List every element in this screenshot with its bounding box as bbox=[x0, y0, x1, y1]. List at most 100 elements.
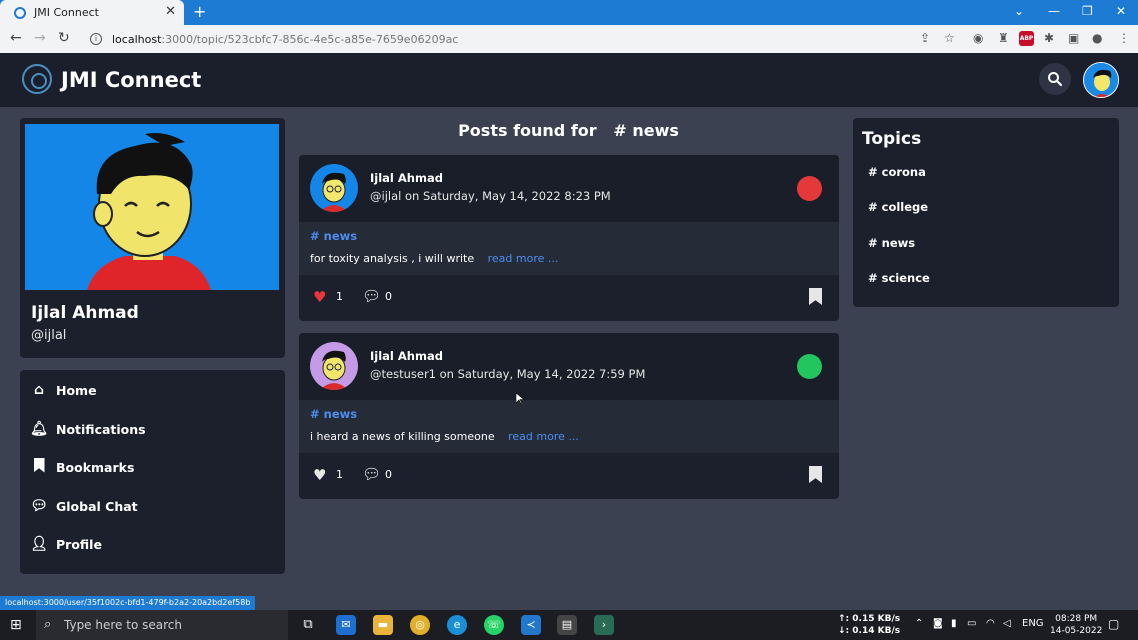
taskbar-search[interactable]: ⌕ Type here to search bbox=[36, 610, 288, 640]
comment-icon[interactable]: 💬︎ bbox=[362, 465, 381, 483]
minimize-icon[interactable]: — bbox=[1048, 4, 1060, 18]
topics-title: Topics bbox=[862, 129, 922, 149]
discord-icon[interactable]: ◙ bbox=[933, 618, 943, 629]
sidebar-item-notifications[interactable]: 🔔︎ Notifications bbox=[30, 415, 270, 443]
post-footer: ♥ 1 💬︎ 0 bbox=[299, 275, 839, 321]
forward-icon[interactable]: → bbox=[34, 30, 46, 46]
topic-link[interactable]: # college bbox=[868, 200, 928, 214]
address-bar[interactable]: i localhost:3000/topic/523cbfc7-856c-4e5… bbox=[80, 28, 910, 50]
terminal-icon[interactable]: › bbox=[594, 615, 614, 635]
star-icon[interactable]: ☆ bbox=[944, 31, 955, 45]
comment-count: 0 bbox=[385, 468, 392, 481]
back-icon[interactable]: ← bbox=[10, 30, 22, 46]
user-icon: 👤︎ bbox=[30, 536, 48, 552]
brand-title[interactable]: JMI Connect bbox=[61, 68, 201, 92]
whatsapp-icon[interactable]: ☏ bbox=[484, 615, 504, 635]
tray-chevron-icon[interactable]: ⌃ bbox=[915, 618, 923, 629]
sidebar-item-label: Bookmarks bbox=[56, 459, 135, 475]
post-text: for toxity analysis , i will write read … bbox=[310, 252, 558, 265]
post-author[interactable]: Ijlal Ahmad bbox=[370, 171, 443, 185]
taskbar: ⊞ ⌕ Type here to search ⧉ ✉ ▬ ◎ e ☏ ≺ ▤ … bbox=[0, 610, 1138, 640]
windows-start-icon[interactable]: ⊞ bbox=[10, 617, 22, 633]
avatar-icon bbox=[310, 164, 358, 212]
avatar-illustration bbox=[25, 124, 279, 290]
profile-card: Ijlal Ahmad @ijlal bbox=[20, 118, 285, 358]
post-footer: ♥ 1 💬︎ 0 bbox=[299, 453, 839, 499]
sidebar-item-home[interactable]: ⌂ Home bbox=[30, 376, 270, 404]
page-title-prefix: Posts found for bbox=[458, 121, 597, 140]
profile-name: Ijlal Ahmad bbox=[31, 303, 139, 323]
extension-icon[interactable]: ◉ bbox=[973, 31, 983, 45]
restore-icon[interactable]: ❐ bbox=[1082, 4, 1093, 18]
file-explorer-icon[interactable]: ▬ bbox=[373, 615, 393, 635]
chrome-icon[interactable]: ◎ bbox=[410, 615, 430, 635]
clock[interactable]: 08:28 PM 14-05-2022 bbox=[1050, 613, 1102, 637]
topic-link[interactable]: # science bbox=[868, 271, 930, 285]
net-down: ↓: 0.14 KB/s bbox=[838, 626, 901, 636]
mail-icon[interactable]: ✉ bbox=[336, 615, 356, 635]
read-more-link[interactable]: read more ... bbox=[508, 430, 579, 443]
header-avatar[interactable] bbox=[1083, 62, 1119, 98]
read-more-link[interactable]: read more ... bbox=[488, 252, 559, 265]
post-avatar[interactable] bbox=[310, 164, 358, 212]
tab-search-icon[interactable]: ⌄ bbox=[1014, 4, 1024, 18]
sidebar-item-global-chat[interactable]: 💬︎ Global Chat bbox=[30, 492, 270, 520]
wifi-icon[interactable]: ◠ bbox=[986, 618, 995, 629]
post-text-content: i heard a news of killing someone bbox=[310, 430, 495, 443]
network-speed: ↑: 0.15 KB/s ↓: 0.14 KB/s bbox=[838, 613, 900, 637]
sidebar-item-profile[interactable]: 👤︎ Profile bbox=[30, 530, 270, 558]
sidebar-item-label: Home bbox=[56, 382, 97, 398]
task-view-icon[interactable]: ⧉ bbox=[298, 615, 318, 635]
close-tab-icon[interactable]: ✕ bbox=[165, 4, 176, 19]
profile-handle: @ijlal bbox=[31, 328, 67, 343]
profile-icon[interactable]: ● bbox=[1092, 31, 1102, 45]
comment-icon[interactable]: 💬︎ bbox=[362, 287, 381, 305]
app-icon[interactable]: ▤ bbox=[557, 615, 577, 635]
post-text: i heard a news of killing someone read m… bbox=[310, 430, 579, 443]
page-title-topic: # news bbox=[613, 121, 679, 140]
like-icon[interactable]: ♥ bbox=[313, 466, 326, 484]
topic-link[interactable]: # news bbox=[868, 236, 915, 250]
post-tag[interactable]: # news bbox=[310, 407, 357, 421]
bookmark-icon[interactable] bbox=[809, 288, 822, 305]
edge-icon[interactable]: e bbox=[447, 615, 467, 635]
post-avatar[interactable] bbox=[310, 342, 358, 390]
post-tag[interactable]: # news bbox=[310, 229, 357, 243]
post-author[interactable]: Ijlal Ahmad bbox=[370, 349, 443, 363]
clock-time: 08:28 PM bbox=[1055, 614, 1098, 624]
logo-icon[interactable] bbox=[22, 64, 52, 94]
volume-icon[interactable]: ◁ bbox=[1003, 618, 1011, 629]
sidebar-item-bookmarks[interactable]: Bookmarks bbox=[30, 453, 270, 481]
search-icon bbox=[1048, 72, 1063, 87]
post-header: Ijlal Ahmad @ijlal on Saturday, May 14, … bbox=[299, 155, 839, 222]
reload-icon[interactable]: ↻ bbox=[58, 30, 70, 46]
language-indicator[interactable]: ENG bbox=[1022, 618, 1044, 629]
share-icon[interactable]: ⇪ bbox=[920, 31, 930, 45]
vscode-icon[interactable]: ≺ bbox=[521, 615, 541, 635]
topic-link[interactable]: # corona bbox=[868, 165, 926, 179]
mic-icon[interactable]: ▮ bbox=[951, 618, 957, 629]
sidepanel-icon[interactable]: ▣ bbox=[1068, 31, 1079, 45]
bookmark-icon[interactable] bbox=[809, 466, 822, 483]
like-icon[interactable]: ♥ bbox=[313, 288, 326, 306]
notification-center-icon[interactable]: ▢ bbox=[1108, 617, 1119, 631]
window-close-icon[interactable]: ✕ bbox=[1116, 4, 1126, 18]
site-info-icon[interactable]: i bbox=[90, 33, 102, 45]
menu-icon[interactable]: ⋮ bbox=[1118, 31, 1130, 45]
post-body: # news i heard a news of killing someone… bbox=[299, 400, 839, 453]
clock-date: 14-05-2022 bbox=[1050, 626, 1103, 636]
puzzle-icon[interactable]: ✱ bbox=[1044, 31, 1054, 45]
url-path: :3000/topic/523cbfc7-856c-4e5c-a85e-7659… bbox=[161, 32, 459, 46]
adblock-icon[interactable]: ABP bbox=[1019, 31, 1034, 46]
status-badge bbox=[797, 176, 822, 201]
search-button[interactable] bbox=[1039, 63, 1071, 95]
sidebar-item-label: Notifications bbox=[56, 421, 146, 437]
battery-icon[interactable]: ▭ bbox=[967, 618, 976, 629]
topics-panel: Topics # corona # college # news # scien… bbox=[853, 118, 1119, 307]
profile-avatar[interactable] bbox=[25, 124, 279, 290]
sidebar-item-label: Global Chat bbox=[56, 498, 138, 514]
sidebar-nav: ⌂ Home 🔔︎ Notifications Bookmarks 💬︎ Glo… bbox=[20, 370, 285, 574]
browser-tab[interactable]: JMI Connect ✕ bbox=[0, 0, 184, 25]
new-tab-icon[interactable]: + bbox=[193, 2, 206, 21]
extension-icon[interactable]: ♜ bbox=[998, 31, 1009, 45]
